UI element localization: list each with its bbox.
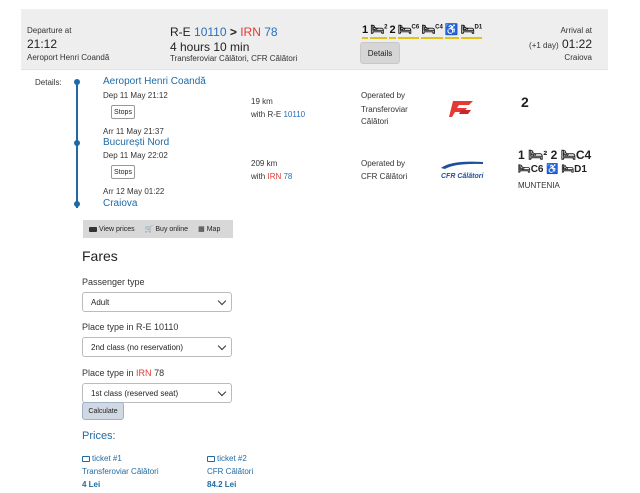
- segment2-train: with IRN 78: [251, 172, 293, 181]
- segment1-operated-label: Operated by: [361, 91, 406, 100]
- fares-title: Fares: [82, 248, 118, 264]
- segment2-departure: Dep 11 May 22:02: [103, 151, 168, 160]
- departure-time: 21:12: [27, 37, 58, 51]
- arrival-day-offset: (+1 day): [529, 41, 559, 50]
- sleeper-d1-icon: 🛏D1: [460, 24, 483, 39]
- money-icon: [89, 226, 97, 232]
- sleeper-2-icon: 🛏2: [370, 24, 388, 39]
- buy-online-button[interactable]: 🛒 Buy online: [144, 225, 188, 234]
- stop-dot: [74, 140, 80, 146]
- arrival-label: Arrival at: [560, 26, 592, 35]
- arrival-station: Craiova: [564, 53, 592, 62]
- chevron-down-icon: [217, 296, 227, 306]
- train1-number[interactable]: 10110: [194, 25, 226, 39]
- train-route: R-E 10110 > IRN 78: [170, 25, 278, 39]
- segment1-train: with R-E 10110: [251, 110, 306, 119]
- map-icon: ▦: [198, 226, 205, 233]
- ticket-2-operator: CFR Călători: [207, 467, 254, 476]
- departure-label: Departure at: [27, 26, 72, 35]
- place-type2-select[interactable]: 1st class (reserved seat): [82, 383, 232, 403]
- arrival-time-row: (+1 day) 01:22: [529, 37, 592, 51]
- segment1-departure: Dep 11 May 21:12: [103, 91, 168, 100]
- second-class-icon: 2: [389, 24, 396, 39]
- action-toolbar: View prices 🛒 Buy online ▦ Map: [83, 220, 233, 238]
- view-prices-button[interactable]: View prices: [89, 226, 135, 233]
- train2-prefix: IRN: [240, 25, 261, 39]
- train-name: MUNTENIA: [518, 181, 560, 190]
- ticket-1-link[interactable]: ticket #1: [82, 454, 122, 463]
- segment2-operator: CFR Călători: [361, 172, 408, 181]
- operators: Transferoviar Călători, CFR Călători: [170, 54, 298, 63]
- segment1-distance: 19 km: [251, 97, 273, 106]
- departure-station: Aeroport Henri Coandă: [27, 53, 110, 62]
- segment1-arrival: Arr 11 May 21:37: [103, 127, 164, 136]
- ticket-1-amount: 4 Lei: [82, 480, 101, 489]
- place-type2-label: Place type in IRN 78: [82, 368, 165, 378]
- calculate-button[interactable]: Calculate: [82, 402, 124, 420]
- passenger-type-label: Passenger type: [82, 277, 145, 287]
- route-arrow: >: [229, 25, 237, 39]
- ticket-1-operator: Transferoviar Călători: [82, 467, 159, 476]
- segment2-stops-button[interactable]: Stops: [111, 165, 135, 179]
- segment1-class-summary: 2: [521, 94, 529, 110]
- stop-dot: [74, 201, 80, 207]
- chevron-down-icon: [217, 387, 227, 397]
- segment2-distance: 209 km: [251, 159, 278, 168]
- accessible-icon: ♿: [444, 24, 459, 39]
- segment2-class-row1: 1 🛏² 2 🛏C4: [518, 148, 592, 162]
- segment2-arrival: Arr 12 May 01:22: [103, 187, 165, 196]
- segment2-operated-label: Operated by: [361, 159, 406, 168]
- chevron-down-icon: [217, 341, 227, 351]
- train-result-panel: Departure at 21:12 Aeroport Henri Coandă…: [21, 9, 608, 493]
- passenger-type-select[interactable]: Adult: [82, 292, 232, 312]
- ticket-2-amount: 84.2 Lei: [207, 480, 237, 489]
- segment2-train-category: IRN: [267, 172, 282, 181]
- segment2-train-number[interactable]: 78: [283, 172, 292, 181]
- segment1-stops-button[interactable]: Stops: [111, 105, 135, 119]
- ticket-icon: [207, 455, 215, 462]
- arrival-time: 01:22: [561, 37, 592, 51]
- ticket-2-link[interactable]: ticket #2: [207, 454, 247, 463]
- station-link-bucuresti[interactable]: București Nord: [103, 137, 169, 148]
- class-icons: 1 🛏2 2 🛏C6 🛏C4 ♿ 🛏D1: [362, 23, 483, 39]
- place-type1-select[interactable]: 2nd class (no reservation): [82, 337, 232, 357]
- prices-title: Prices:: [82, 430, 116, 442]
- journey-header: Departure at 21:12 Aeroport Henri Coandă…: [21, 9, 608, 73]
- place-type1-label: Place type in R-E 10110: [82, 322, 179, 332]
- stop-dot: [74, 79, 80, 85]
- map-button[interactable]: ▦ Map: [198, 225, 220, 234]
- first-class-icon: 1: [362, 24, 369, 39]
- details-button[interactable]: Details: [360, 42, 400, 64]
- transferoviar-logo-icon: [449, 101, 473, 117]
- couchette-c4-icon: 🛏C4: [421, 24, 443, 39]
- station-link-craiova[interactable]: Craiova: [103, 198, 137, 209]
- couchette-c6-icon: 🛏C6: [397, 24, 420, 39]
- duration: 4 hours 10 min: [170, 40, 250, 54]
- segment1-train-number[interactable]: 10110: [283, 110, 305, 119]
- segment2-class-row2: 🛏C6 ♿ 🛏D1: [518, 164, 587, 175]
- station-link-origin[interactable]: Aeroport Henri Coandă: [103, 76, 206, 87]
- cfr-logo-icon: CFR Călători: [441, 159, 483, 180]
- segment1-operator: Transferoviar Călători: [361, 105, 408, 126]
- details-card: Details: Aeroport Henri Coandă Dep 11 Ma…: [21, 69, 608, 493]
- ticket-icon: [82, 455, 90, 462]
- train2-number[interactable]: 78: [264, 25, 277, 39]
- train1-prefix: R-E: [170, 25, 191, 39]
- details-label: Details:: [35, 78, 62, 87]
- cart-icon: 🛒: [144, 226, 154, 233]
